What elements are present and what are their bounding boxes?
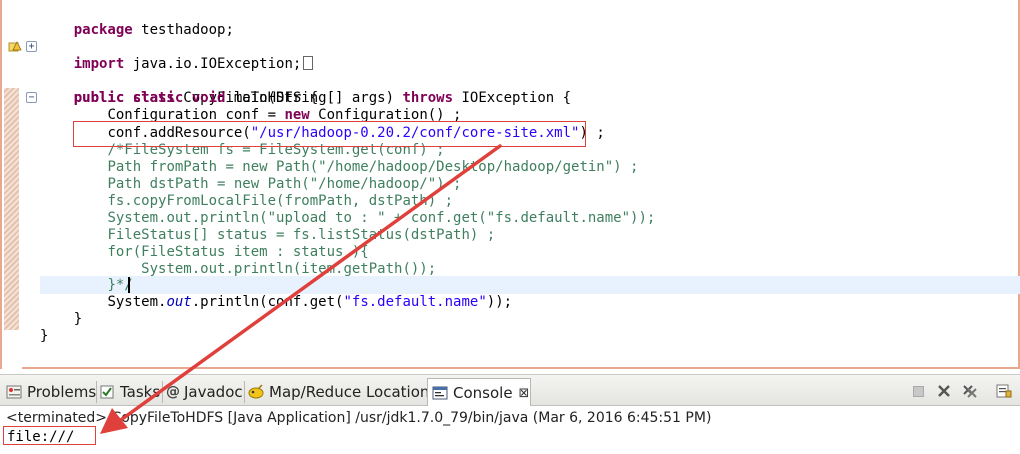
code-line-comment[interactable]: System.out.println("upload to : " + conf…: [40, 210, 655, 227]
code-line-main-decl[interactable]: public static void main(String[] args) t…: [40, 90, 571, 107]
code-text: System.: [107, 294, 167, 310]
string-literal: "fs.default.name": [343, 294, 487, 310]
console-status-text: <terminated> CopyFileToHDFS [Java Applic…: [6, 410, 712, 426]
code-line-println[interactable]: System.out.println(conf.get("fs.default.…: [40, 294, 512, 311]
code-line-comment[interactable]: fs.copyFromLocalFile(fromPath, dstPath) …: [40, 193, 453, 210]
scroll-lock-icon[interactable]: [996, 383, 1012, 399]
remove-all-icon[interactable]: [962, 383, 978, 399]
code-text: IOException {: [453, 90, 572, 106]
current-line-highlight: [40, 276, 1020, 294]
tab-tasks[interactable]: Tasks: [100, 379, 160, 405]
console-view[interactable]: <terminated> CopyFileToHDFS [Java Applic…: [0, 406, 1020, 454]
tab-console[interactable]: Console ⊠: [427, 378, 531, 407]
tab-divider: [96, 381, 97, 403]
code-text: java.io.IOException;: [124, 56, 302, 72]
fold-expand-icon[interactable]: +: [26, 41, 37, 52]
tab-divider: [244, 381, 245, 403]
code-line-package[interactable]: package testhadoop;: [40, 5, 234, 38]
keyword: throws: [402, 90, 454, 106]
problems-icon: [6, 384, 22, 400]
tab-label: Javadoc: [184, 383, 243, 401]
code-line-import[interactable]: import java.io.IOException;: [40, 39, 314, 72]
comment-text: FileStatus[] status = fs.listStatus(dstP…: [107, 227, 496, 243]
code-text: main(String[] args): [225, 90, 403, 106]
comment-text: Path dstPath = new Path("/home/hadoop/")…: [107, 176, 462, 192]
code-text: testhadoop;: [132, 22, 234, 38]
code-line-comment[interactable]: System.out.println(item.getPath());: [40, 261, 436, 278]
code-line-comment-end[interactable]: }*/: [40, 277, 132, 294]
comment-text: Path fromPath = new Path("/home/hadoop/D…: [107, 159, 639, 175]
code-editor[interactable]: + − package testhadoop; import java.io.I…: [0, 0, 1020, 369]
keyword: import: [73, 56, 125, 72]
panel-tab-bar: Problems Tasks @ Javadoc Map/Reduce Loca…: [0, 374, 1020, 407]
annotation-ruler: [2, 0, 22, 369]
comment-text: System.out.println(item.getPath());: [141, 261, 437, 277]
tab-label: Tasks: [120, 383, 161, 401]
code-line-comment[interactable]: Path dstPath = new Path("/home/hadoop/")…: [40, 176, 461, 193]
code-text: }: [73, 311, 83, 327]
tab-divider: [162, 381, 163, 403]
fold-collapse-icon[interactable]: −: [26, 92, 37, 103]
annotation-highlight-box: [73, 121, 586, 147]
close-tab-icon[interactable]: ⊠: [519, 386, 530, 401]
tab-label: Map/Reduce Locations: [269, 383, 438, 401]
code-line-comment[interactable]: Path fromPath = new Path("/home/hadoop/D…: [40, 159, 638, 176]
mapreduce-icon: [248, 384, 264, 400]
quick-diff-hatch: [4, 88, 19, 330]
javadoc-icon: @: [166, 384, 180, 400]
tab-label: Problems: [27, 383, 97, 401]
code-text: .println(conf.get(: [191, 294, 344, 310]
comment-text: System.out.println("upload to : " + conf…: [107, 210, 656, 226]
annotation-output-box: [3, 426, 96, 445]
tab-label: Console: [453, 384, 513, 402]
folded-import-marker[interactable]: [303, 56, 314, 70]
comment-text: fs.copyFromLocalFile(fromPath, dstPath) …: [107, 193, 454, 209]
terminate-icon[interactable]: [910, 383, 926, 399]
code-line-close-class[interactable]: }: [40, 328, 48, 345]
code-line-class-decl[interactable]: public class CopyFileToHDFS {: [40, 73, 318, 106]
tab-mapreduce-locations[interactable]: Map/Reduce Locations: [248, 379, 437, 405]
keyword: public static void: [73, 90, 226, 106]
tab-problems[interactable]: Problems: [6, 379, 96, 405]
static-field: out: [166, 294, 192, 310]
remove-launch-icon[interactable]: [936, 383, 952, 399]
console-icon: [432, 385, 448, 401]
code-line-comment[interactable]: FileStatus[] status = fs.listStatus(dstP…: [40, 227, 495, 244]
tasks-icon: [100, 384, 115, 400]
comment-text: for(FileStatus item : status ){: [107, 244, 369, 260]
code-line-close-method[interactable]: }: [40, 311, 82, 328]
text-caret: [128, 277, 130, 293]
code-line-comment[interactable]: for(FileStatus item : status ){: [40, 244, 369, 261]
code-text: }: [40, 328, 49, 344]
code-text: ));: [486, 294, 513, 310]
tab-javadoc[interactable]: @ Javadoc: [166, 379, 243, 405]
warning-marker-icon[interactable]: [8, 41, 22, 53]
keyword: package: [73, 22, 133, 38]
